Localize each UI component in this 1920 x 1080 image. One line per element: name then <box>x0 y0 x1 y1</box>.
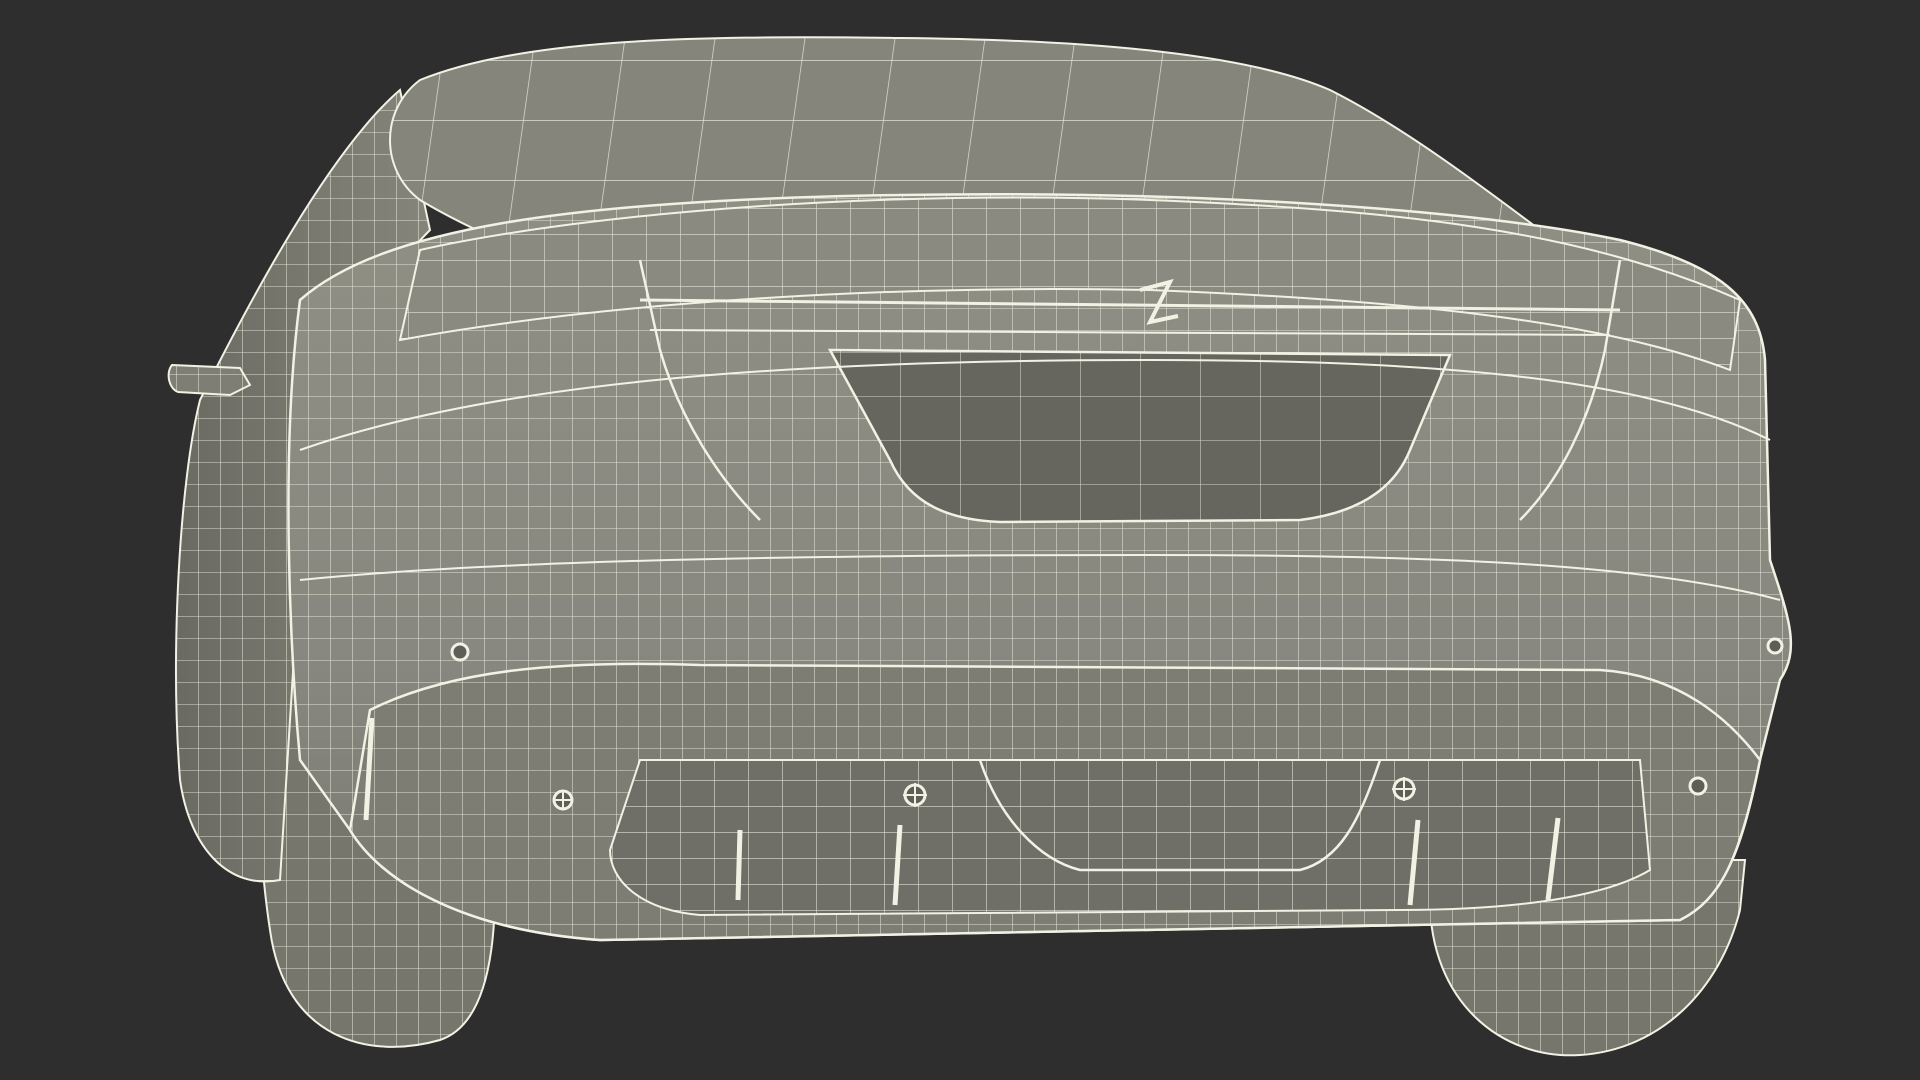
rear-diffuser <box>608 759 1652 917</box>
license-plate-recess <box>827 348 1452 524</box>
parking-sensor-icon <box>552 789 574 811</box>
parking-sensor-icon <box>1766 637 1784 655</box>
parking-sensor-icon <box>450 642 470 662</box>
side-mirror <box>167 363 252 397</box>
parking-sensor-icon <box>1688 776 1708 796</box>
viewport-canvas <box>0 0 1920 1080</box>
car-wireframe-render <box>167 36 1793 1057</box>
